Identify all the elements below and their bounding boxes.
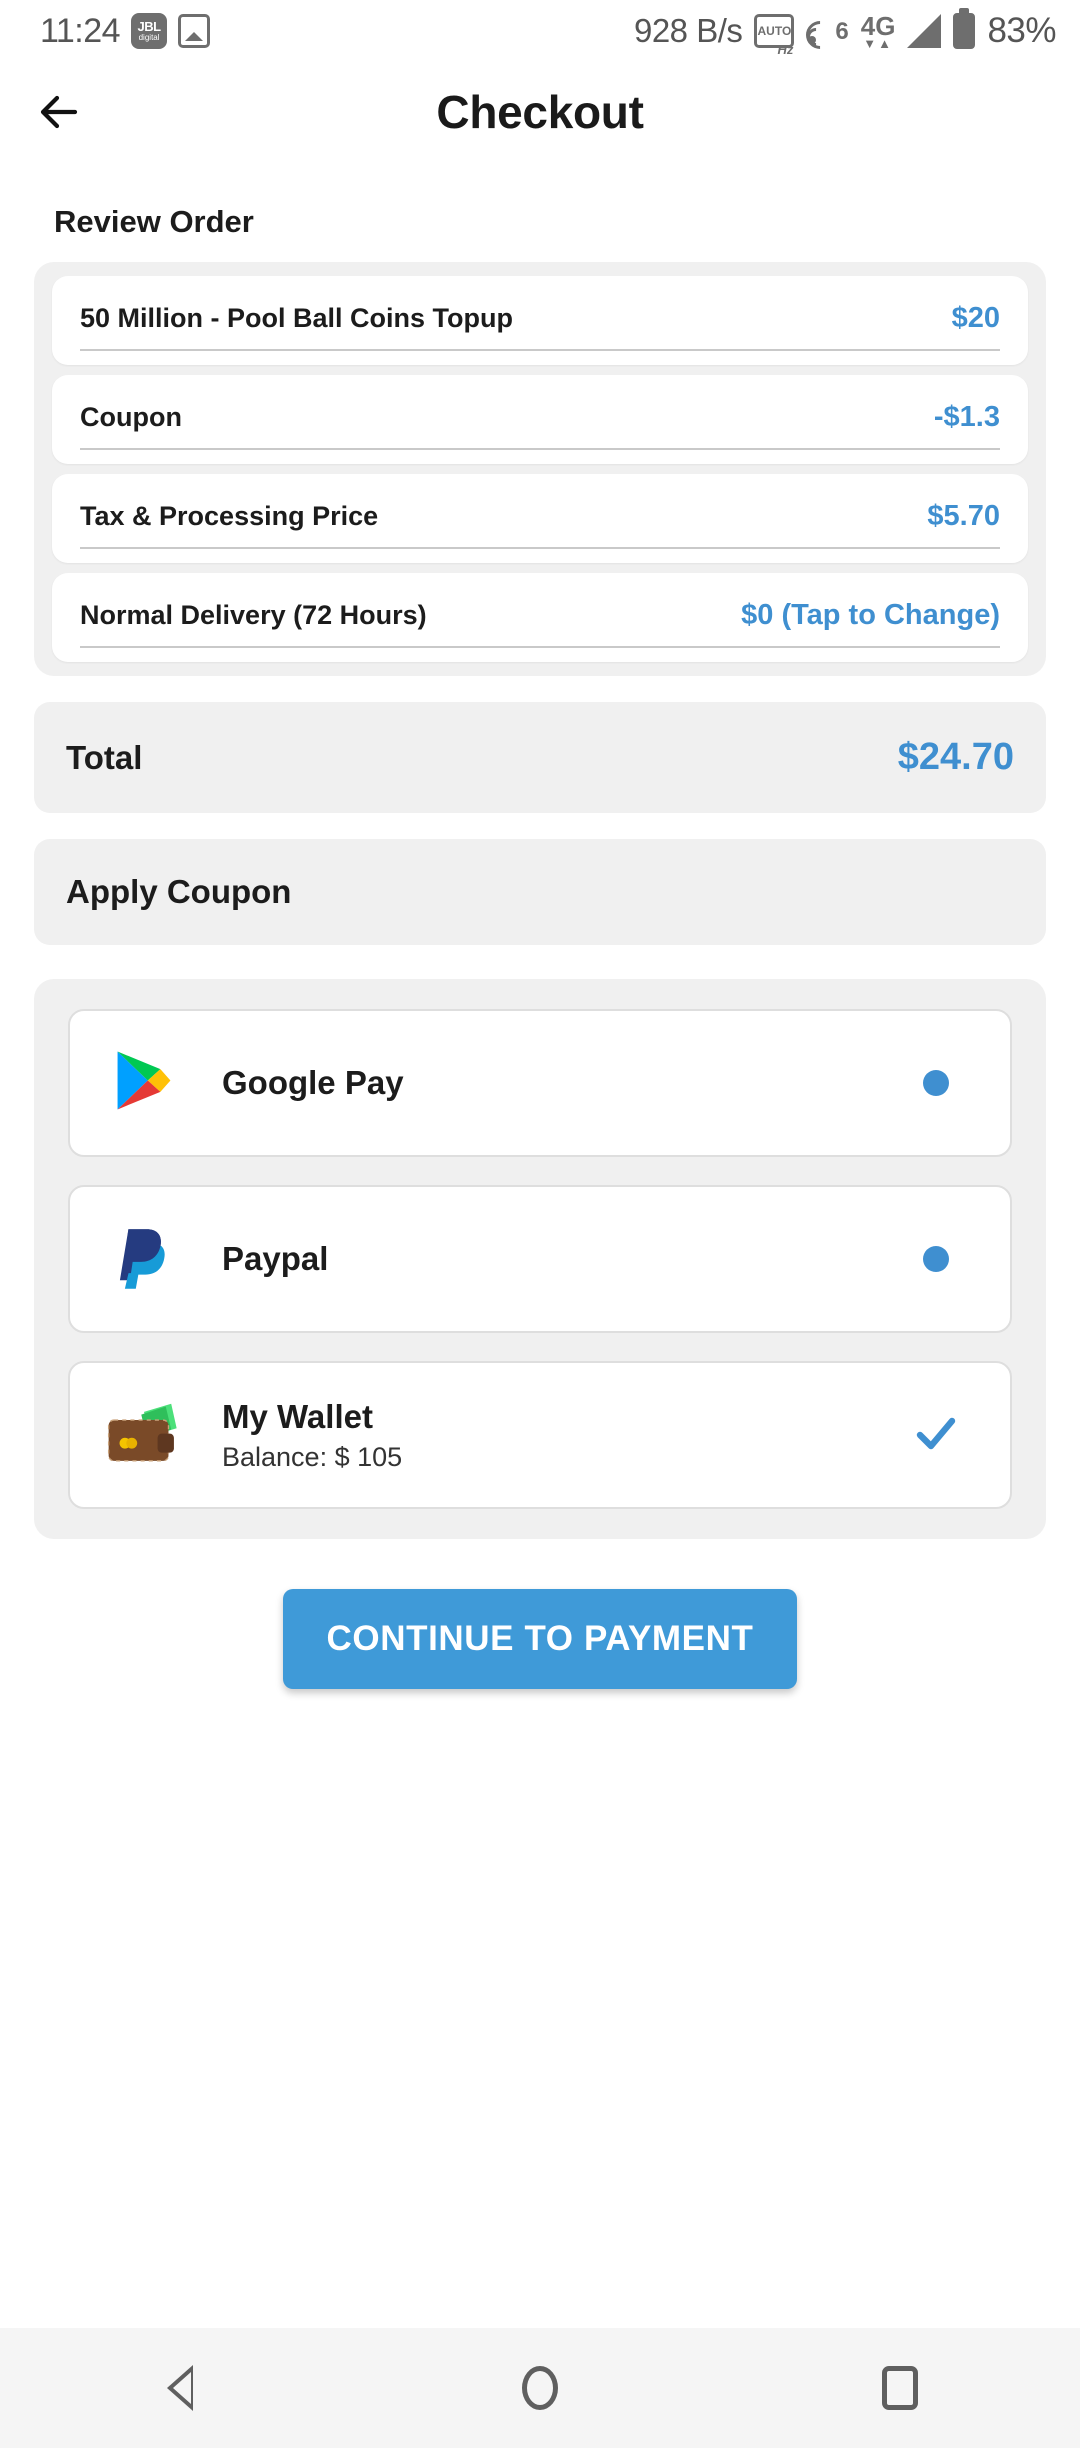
order-row-inner: Coupon -$1.3 (80, 401, 1000, 450)
order-item-label: Normal Delivery (72 Hours) (80, 600, 427, 630)
payment-method-selector[interactable] (896, 1246, 976, 1272)
payment-method-text: Paypal (188, 1240, 896, 1278)
wifi-arcs (800, 15, 841, 55)
order-row[interactable]: 50 Million - Pool Ball Coins Topup $20 (52, 276, 1028, 365)
order-item-label: 50 Million - Pool Ball Coins Topup (80, 303, 513, 333)
review-order-title: Review Order (54, 204, 254, 239)
nav-back-button[interactable] (90, 2328, 270, 2448)
status-bar-left: 11:24 JBL digital (40, 11, 211, 51)
nav-recents-button[interactable] (810, 2328, 990, 2448)
mobile-network-label: 4G (860, 10, 896, 41)
total-label: Total (66, 738, 143, 776)
wifi-generation-label: 6 (835, 18, 849, 45)
payment-methods-group: Google Pay Paypal My Wallet Balance: $ 1… (34, 979, 1046, 1539)
apply-coupon-label: Apply Coupon (66, 873, 292, 910)
apply-coupon-bar[interactable]: Apply Coupon (34, 839, 1046, 945)
payment-method-name: Paypal (222, 1240, 329, 1277)
data-activity-arrows: ▼▲ (863, 35, 893, 51)
order-row[interactable]: Tax & Processing Price $5.70 (52, 474, 1028, 563)
jbl-icon-line2: digital (138, 33, 160, 42)
jbl-audio-icon: JBL digital (131, 13, 168, 49)
cta-container: CONTINUE TO PAYMENT (34, 1589, 1046, 1689)
back-button[interactable] (24, 77, 94, 147)
radio-dot-icon[interactable] (923, 1070, 949, 1096)
signal-strength-icon (907, 14, 942, 48)
delivery-row[interactable]: Normal Delivery (72 Hours) $0 (Tap to Ch… (52, 573, 1028, 662)
total-value: $24.70 (897, 736, 1014, 778)
delivery-change-link[interactable]: $0 (Tap to Change) (741, 599, 1000, 632)
wifi-6-icon: 6 (800, 15, 849, 55)
order-item-value: $5.70 (927, 500, 1000, 532)
jbl-icon-line1: JBL (137, 19, 162, 34)
auto-refresh-rate-icon: AUTO (754, 14, 795, 57)
status-bar-right: 928 B/s AUTO 6 4G ▼▲ 83% (633, 11, 1057, 57)
arrow-left-icon (40, 95, 78, 129)
gallery-icon (178, 14, 211, 48)
order-row[interactable]: Coupon -$1.3 (52, 375, 1028, 464)
payment-method-paypal[interactable]: Paypal (68, 1185, 1012, 1333)
google-play-icon (100, 1049, 188, 1117)
radio-dot-icon[interactable] (923, 1246, 949, 1272)
payment-method-name: My Wallet (222, 1397, 373, 1435)
payment-method-google-pay[interactable]: Google Pay (68, 1009, 1012, 1157)
battery-percent-label: 83% (987, 11, 1056, 50)
nav-home-icon (522, 2366, 558, 2410)
order-row-inner: Normal Delivery (72 Hours) $0 (Tap to Ch… (80, 599, 1000, 648)
total-bar: Total $24.70 (34, 702, 1046, 813)
continue-to-payment-button[interactable]: CONTINUE TO PAYMENT (282, 1589, 798, 1689)
status-bar: 11:24 JBL digital 928 B/s AUTO 6 4G ▼▲ 8… (0, 0, 1080, 62)
mobile-network-icon: 4G ▼▲ (861, 13, 896, 50)
payment-method-text: Google Pay (188, 1064, 896, 1102)
auto-hz-label: AUTO (757, 24, 792, 38)
payment-method-text: My Wallet Balance: $ 105 (188, 1398, 896, 1473)
network-speed-label: 928 B/s (633, 12, 743, 49)
order-row-inner: Tax & Processing Price $5.70 (80, 500, 1000, 549)
nav-recents-icon (882, 2366, 918, 2410)
order-item-label: Coupon (80, 402, 182, 432)
order-item-value: -$1.3 (933, 401, 1000, 433)
check-icon[interactable] (912, 1409, 960, 1462)
order-item-label: Tax & Processing Price (80, 501, 379, 531)
wallet-balance-label: Balance: $ 105 (222, 1441, 403, 1472)
app-header: Checkout (0, 62, 1080, 162)
nav-home-button[interactable] (450, 2328, 630, 2448)
payment-method-selector[interactable] (896, 1409, 976, 1462)
page-title: Checkout (436, 86, 644, 138)
battery-icon (953, 13, 976, 49)
payment-method-name: Google Pay (222, 1064, 404, 1101)
system-navigation-bar (0, 2328, 1080, 2448)
order-row-inner: 50 Million - Pool Ball Coins Topup $20 (80, 302, 1000, 351)
status-time: 11:24 (40, 11, 121, 50)
paypal-icon (100, 1225, 188, 1293)
order-summary-group: 50 Million - Pool Ball Coins Topup $20 C… (34, 262, 1046, 676)
payment-method-selector[interactable] (896, 1070, 976, 1096)
order-item-value: $20 (951, 302, 1000, 334)
payment-method-my-wallet[interactable]: My Wallet Balance: $ 105 (68, 1361, 1012, 1509)
nav-back-icon (167, 2365, 193, 2411)
main-content: Review Order 50 Million - Pool Ball Coin… (0, 204, 1080, 1689)
wallet-icon (100, 1401, 188, 1469)
